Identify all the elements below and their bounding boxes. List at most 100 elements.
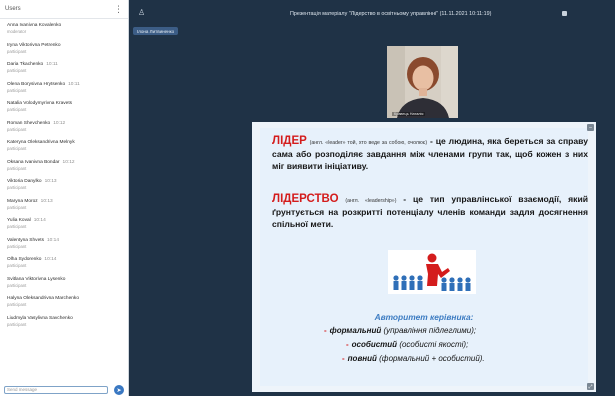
participant-list-item[interactable]: Oksana Ivanivna Bondar 10:12 participant — [0, 158, 128, 178]
participant-status: participant — [7, 126, 27, 132]
participant-list-item[interactable]: Valentyna Shvets 10:14 participant — [0, 236, 128, 256]
participant-name-text: Valentyna Shvets — [7, 237, 44, 243]
participant-list-item[interactable]: Olha Sydorenko 10:14 participant — [0, 255, 128, 275]
participant-name: Liudmyla Vasylivna Savchenko — [7, 315, 123, 322]
participant-status: participant — [7, 243, 27, 249]
webcam-name-label: Кравець Наталія — [392, 112, 426, 116]
participant-status: participant — [7, 282, 27, 288]
authority-note: (формальний + особистий). — [379, 354, 485, 363]
participant-name-text: Viktoria Danylko — [7, 179, 42, 184]
participant-name: Halyna Oleksandrivna Marchenko — [7, 295, 123, 302]
participant-name-text: Svitlana Viktorivna Lysenko — [7, 276, 66, 282]
participant-name-text: Kateryna Oleksandrivna Melnyk — [7, 140, 75, 145]
leader-term: ЛІДЕР — [272, 135, 307, 147]
participant-name: Olha Sydorenko 10:14 — [7, 256, 123, 263]
participant-join-time: 10:14 — [44, 257, 57, 262]
participant-status: participant — [7, 185, 27, 190]
leadership-definition: ЛІДЕРСТВО (англ. «leadership») - це тип … — [272, 193, 588, 230]
leadership-etymology: (англ. «leadership») — [345, 198, 397, 204]
participant-list-item[interactable]: Daria Tkachenko 10:11 participant — [0, 60, 128, 80]
authority-keyword: формальний — [329, 326, 382, 335]
leadership-term: ЛІДЕРСТВО — [272, 193, 339, 205]
participant-join-time: 10:11 — [46, 62, 58, 67]
participant-name: Valentyna Shvets 10:14 — [7, 237, 123, 244]
participant-name-text: Natalia Volodymyrivna Kravets — [7, 101, 73, 106]
participant-list-item[interactable]: Iryna Viktorivna Petrenko participant — [0, 41, 128, 61]
participant-list-item[interactable]: Kateryna Oleksandrivna Melnyk participant — [0, 138, 128, 158]
participant-name: Kateryna Oleksandrivna Melnyk — [7, 139, 123, 146]
presentation-slide: ЛІДЕР (англ. «leader» той, хто веде за с… — [252, 122, 596, 392]
participant-status: participant — [7, 165, 27, 171]
participant-name: Daria Tkachenko 10:11 — [7, 61, 123, 68]
participant-list-item[interactable]: Svitlana Viktorivna Lysenko participant — [0, 275, 128, 295]
participant-name: Natalia Volodymyrivna Kravets — [7, 100, 123, 107]
participant-name: Svitlana Viktorivna Lysenko — [7, 276, 123, 283]
participant-join-time: 10:14 — [33, 218, 46, 223]
leader-etymology: (англ. «leader» той, хто веде за собою, … — [309, 140, 428, 146]
participant-join-time: 10:12 — [62, 159, 75, 165]
participant-status: participant — [7, 302, 27, 307]
authority-note: (особисті якості); — [399, 340, 469, 349]
fullscreen-icon[interactable]: ⤢ — [587, 383, 594, 390]
user-icon[interactable]: ♙ — [138, 8, 145, 17]
participant-name: Olena Borysivna Hrytsenko 10:11 — [7, 81, 123, 88]
presenter-name: Ілона Литвиненко — [137, 28, 175, 34]
participant-name: Anna Ivanivna Kovalenko — [7, 22, 123, 29]
participant-name-text: Yulia Koval — [7, 218, 31, 223]
session-title: Презентація матеріалу "Лідерство в освіт… — [290, 11, 492, 17]
participant-status: moderator — [7, 29, 27, 34]
participant-list-item[interactable]: Olena Borysivna Hrytsenko 10:11 participan… — [0, 80, 128, 100]
authority-item: - повний (формальний + особистий). — [342, 354, 485, 363]
sidebar-header-label: Users — [5, 6, 21, 12]
participant-name: Viktoria Danylko 10:13 — [7, 178, 123, 185]
top-bar: ♙ Презентація матеріалу "Лідерство в осв… — [130, 0, 615, 26]
chat-input[interactable]: Send message — [4, 386, 108, 394]
participant-name-text: Olena Borysivna Hrytsenko — [7, 81, 66, 87]
participant-join-time: 10:13 — [44, 179, 57, 184]
leader-definition: ЛІДЕР (англ. «leader» той, хто веде за с… — [272, 135, 588, 172]
participants-sidebar: Users ⋮ Anna Ivanivna Kovalenko moderator… — [0, 0, 129, 396]
participant-name-text: Olha Sydorenko — [7, 257, 42, 262]
participant-name-text: Oksana Ivanivna Bondar — [7, 159, 60, 165]
participants-list: Anna Ivanivna Kovalenko moderator Iryna Vi… — [0, 19, 128, 333]
slide-content: ЛІДЕР (англ. «leader» той, хто веде за с… — [260, 128, 588, 386]
participant-name-text: Iryna Viktorivna Petrenko — [7, 42, 61, 48]
stop-recording-icon[interactable] — [562, 11, 567, 16]
participant-name: Yulia Koval 10:14 — [7, 217, 123, 224]
minimize-presentation-icon[interactable]: – — [587, 124, 594, 131]
participant-name: Roman Shevchenko 10:12 — [7, 120, 123, 127]
participant-list-item[interactable]: Halyna Oleksandrivna Marchenko participan… — [0, 294, 128, 314]
participant-status: participant — [7, 68, 27, 73]
participant-list-item[interactable]: Viktoria Danylko 10:13 participant — [0, 177, 128, 197]
participant-status: participant — [7, 204, 27, 210]
participant-status: participant — [7, 48, 27, 54]
presenter-chip: Ілона Литвиненко — [133, 27, 179, 35]
participant-list-item[interactable]: Natalia Volodymyrivna Kravets participant — [0, 99, 128, 119]
leader-team-illustration — [388, 250, 476, 294]
participant-name-text: Maryna Moroz — [7, 198, 38, 204]
participant-name: Iryna Viktorivna Petrenko — [7, 42, 123, 49]
participant-name-text: Daria Tkachenko — [7, 62, 44, 67]
participant-list-item[interactable]: Roman Shevchenko 10:12 participant — [0, 119, 128, 139]
participant-name: Maryna Moroz 10:13 — [7, 198, 123, 205]
participant-status: participant — [7, 263, 27, 268]
participant-name-text: Liudmyla Vasylivna Savchenko — [7, 315, 73, 321]
participant-status: participant — [7, 321, 27, 327]
more-options-icon[interactable]: ⋮ — [114, 4, 123, 14]
participant-status: participant — [7, 87, 27, 93]
participant-status: participant — [7, 107, 27, 112]
participant-name-text: Anna Ivanivna Kovalenko — [7, 23, 62, 28]
webcam-video[interactable] — [387, 46, 458, 118]
participant-list-item[interactable]: Anna Ivanivna Kovalenko moderator — [0, 21, 128, 41]
authority-item: - формальний (управління підлеглими); — [324, 326, 477, 335]
participant-join-time: 10:14 — [46, 237, 59, 243]
participant-name: Oksana Ivanivna Bondar 10:12 — [7, 159, 123, 166]
participant-status: participant — [7, 224, 27, 229]
participant-list-item[interactable]: Yulia Koval 10:14 participant — [0, 216, 128, 236]
participant-join-time: 10:11 — [68, 81, 80, 87]
participant-list-item[interactable]: Liudmyla Vasylivna Savchenko participant — [0, 314, 128, 334]
participant-list-item[interactable]: Maryna Moroz 10:13 participant — [0, 197, 128, 217]
send-button[interactable]: ➤ — [114, 385, 124, 395]
webcam-person-image — [387, 46, 458, 118]
authority-keyword: особистий — [351, 340, 398, 349]
